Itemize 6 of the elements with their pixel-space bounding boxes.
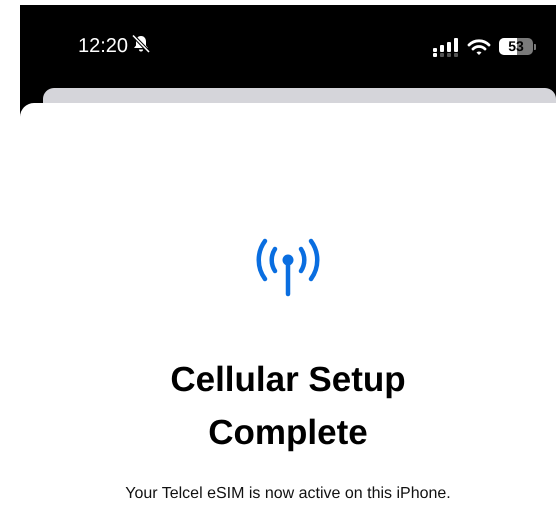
setup-title: Cellular Setup Complete <box>169 359 407 454</box>
status-time: 12:20 <box>78 35 128 58</box>
wifi-icon <box>467 38 491 56</box>
signal-icon <box>433 36 459 56</box>
setup-message: Your Telcel eSIM is now active on this iPhone. <box>125 485 451 503</box>
battery-icon: 53 <box>499 38 536 55</box>
